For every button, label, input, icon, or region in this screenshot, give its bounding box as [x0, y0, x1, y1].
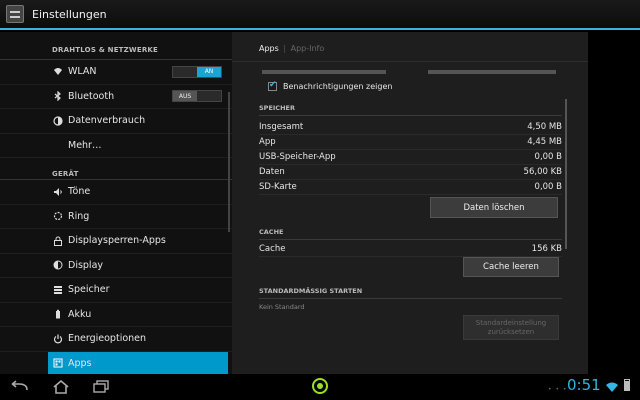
storage-value: 4,50 MB: [527, 122, 562, 132]
storage-row-app: App 4,45 MB: [259, 137, 562, 150]
sidebar-item-label: Ring: [68, 210, 90, 222]
storage-value: 0,00 B: [534, 182, 562, 192]
cache-section-header: CACHE: [259, 228, 562, 240]
sidebar-item-label: WLAN: [68, 66, 97, 78]
defaults-section-header: STANDARDMÄSSIG STARTEN: [259, 287, 562, 299]
sidebar-item-label: Apps: [68, 357, 92, 369]
storage-label: Daten: [259, 167, 285, 177]
sidebar-item-lockscreen-apps[interactable]: Displaysperren-Apps: [0, 229, 232, 254]
sidebar-item-label: Displaysperren-Apps: [68, 235, 166, 247]
cache-label: Cache: [259, 244, 286, 254]
sidebar-item-data-usage[interactable]: Datenverbrauch: [0, 109, 232, 134]
wifi-status-icon[interactable]: [605, 378, 619, 392]
reset-defaults-line2: zurücksetzen: [487, 327, 535, 336]
sidebar-item-label: Speicher: [68, 284, 110, 296]
sidebar-scrollbar[interactable]: [228, 92, 230, 232]
storage-icon: [53, 285, 63, 295]
breadcrumb-app-info: App-Info: [290, 44, 325, 53]
notification-dots-icon[interactable]: • • •: [548, 386, 567, 393]
sidebar-item-label: Display: [68, 259, 104, 271]
breadcrumb-separator: |: [283, 44, 287, 53]
default-status: Kein Standard: [259, 303, 305, 311]
back-icon[interactable]: [8, 378, 30, 396]
action-bar: Einstellungen: [0, 0, 640, 30]
battery-status-icon[interactable]: [624, 379, 630, 391]
bluetooth-icon: [53, 91, 63, 102]
display-icon: [53, 260, 63, 270]
sound-icon: [53, 187, 63, 197]
sidebar-item-display[interactable]: Display: [0, 254, 232, 278]
storage-label: Insgesamt: [259, 122, 304, 132]
storage-label: SD-Karte: [259, 182, 297, 192]
storage-value: 56,00 KB: [523, 167, 562, 177]
storage-row-usb: USB-Speicher-App 0,00 B: [259, 152, 562, 165]
storage-value: 4,45 MB: [527, 137, 562, 147]
sidebar-item-battery[interactable]: Akku: [0, 303, 232, 327]
system-navigation-bar: • • • 0:51: [0, 374, 640, 400]
cache-value: 156 KB: [531, 244, 562, 254]
home-icon[interactable]: [50, 378, 72, 396]
sidebar-item-label: Töne: [68, 186, 91, 198]
lock-apps-icon: [53, 236, 63, 246]
sidebar-item-label: Mehr…: [68, 139, 102, 151]
storage-label: App: [259, 137, 276, 147]
clear-data-button[interactable]: Daten löschen: [430, 197, 558, 218]
toggle-on-part: AN: [197, 66, 221, 77]
wlan-toggle[interactable]: AN: [172, 65, 222, 78]
toggle-off-part: [173, 67, 197, 77]
sidebar-item-wlan[interactable]: WLAN AN: [0, 60, 232, 85]
settings-sidebar: DRAHTLOS & NETZWERKE WLAN AN Bluetooth A…: [0, 32, 232, 376]
sidebar-item-label: Energieoptionen: [68, 333, 147, 345]
sidebar-item-label: Akku: [68, 308, 92, 320]
storage-value: 0,00 B: [534, 152, 562, 162]
sidebar-item-label: Bluetooth: [68, 90, 115, 102]
breadcrumb: Apps | App-Info: [232, 32, 588, 62]
storage-row-data: Daten 56,00 KB: [259, 167, 562, 180]
bluetooth-toggle[interactable]: AUS: [172, 90, 222, 103]
notifications-label: Benachrichtigungen zeigen: [283, 82, 393, 91]
sidebar-item-more[interactable]: Mehr…: [0, 134, 232, 158]
launcher-icon[interactable]: [312, 378, 328, 394]
storage-label: USB-Speicher-App: [259, 152, 336, 162]
app-detail-panel: Apps | App-Info Benachrichtigungen zeige…: [232, 32, 588, 374]
sidebar-item-bluetooth[interactable]: Bluetooth AUS: [0, 85, 232, 109]
uninstall-button-edge[interactable]: [428, 70, 556, 74]
data-usage-icon: [53, 116, 63, 126]
storage-section-header: SPEICHER: [259, 104, 562, 116]
storage-row-sdcard: SD-Karte 0,00 B: [259, 182, 562, 195]
sidebar-item-storage[interactable]: Speicher: [0, 278, 232, 303]
reset-defaults-button[interactable]: Standardeinstellung zurücksetzen: [463, 315, 559, 340]
sidebar-item-apps[interactable]: Apps: [48, 351, 228, 376]
section-header-wireless: DRAHTLOS & NETZWERKE: [0, 32, 232, 60]
battery-icon: [53, 309, 63, 319]
status-clock[interactable]: 0:51: [567, 376, 601, 394]
recents-icon[interactable]: [90, 378, 112, 396]
notifications-row[interactable]: Benachrichtigungen zeigen: [268, 80, 393, 91]
toggle-on-part: [197, 91, 221, 101]
ring-icon: [53, 211, 63, 221]
force-stop-button-edge[interactable]: [262, 70, 386, 74]
apps-icon: [53, 358, 63, 368]
sidebar-item-ring[interactable]: Ring: [0, 205, 232, 229]
toggle-off-part: AUS: [173, 91, 197, 102]
reset-defaults-line1: Standardeinstellung: [475, 318, 547, 327]
detail-scrollbar[interactable]: [565, 99, 567, 249]
section-header-device: GERÄT: [0, 158, 232, 180]
wifi-icon: [53, 67, 63, 77]
app-title: Einstellungen: [32, 7, 107, 21]
clear-cache-button[interactable]: Cache leeren: [463, 257, 559, 277]
breadcrumb-apps[interactable]: Apps: [259, 44, 279, 53]
sidebar-item-power-options[interactable]: Energieoptionen: [0, 327, 232, 352]
sidebar-item-sounds[interactable]: Töne: [0, 180, 232, 205]
power-icon: [53, 334, 63, 344]
cache-row: Cache 156 KB: [259, 244, 562, 257]
notifications-checkbox[interactable]: [268, 80, 277, 91]
storage-row-total: Insgesamt 4,50 MB: [259, 122, 562, 135]
settings-app-icon[interactable]: [6, 5, 24, 23]
sidebar-item-label: Datenverbrauch: [68, 115, 146, 127]
